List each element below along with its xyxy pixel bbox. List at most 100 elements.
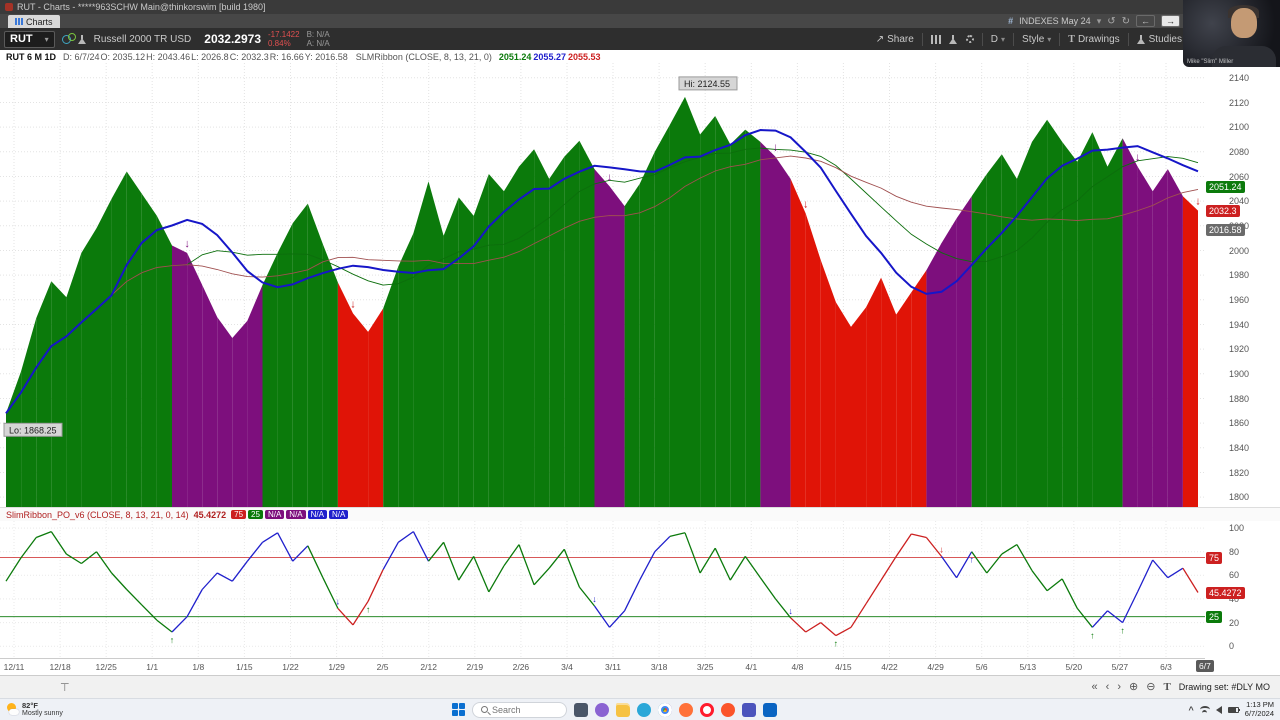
- chevron-down-icon: ▾: [1047, 34, 1052, 44]
- chart-bottom-toolbar: ⊤ « ‹ › ⊕ ⊖ T Drawing set: #DLY MO: [0, 675, 1280, 698]
- taskbar-clock[interactable]: 1:13 PM 6/7/2024: [1245, 700, 1274, 718]
- battery-icon[interactable]: [1227, 706, 1241, 713]
- price-axis-label: 2140: [1229, 72, 1250, 83]
- price-axis-chip: 2032.3: [1206, 204, 1240, 217]
- taskbar-weather[interactable]: 82°F Mostly sunny: [6, 701, 63, 718]
- beaker-icon[interactable]: [77, 34, 87, 44]
- ohlc-field: C: 2032.3: [229, 51, 269, 62]
- svg-text:↓: ↓: [350, 298, 356, 310]
- drawing-set-selector[interactable]: Drawing set: #DLY MO: [1179, 682, 1270, 692]
- task-view-icon[interactable]: [574, 702, 588, 717]
- chart-toolbar: RUT ▾ Russell 2000 TR USD 2032.2973 -17.…: [0, 28, 1280, 50]
- style-button[interactable]: Style ▾: [1022, 34, 1051, 45]
- brave-icon[interactable]: [721, 702, 735, 717]
- tray-chevron-icon[interactable]: ^: [1189, 705, 1194, 715]
- oscillator-axis[interactable]: 100 80 60 40 20 0 75 45.4272 25: [1205, 521, 1280, 658]
- price-change-percent: 0.84%: [268, 39, 291, 48]
- chrome-icon[interactable]: [658, 702, 672, 717]
- chevron-down-icon: ▾: [1096, 15, 1102, 26]
- time-axis-label: 4/29: [927, 662, 944, 672]
- patterns-icon[interactable]: [930, 34, 941, 44]
- time-axis-label: 1/1: [146, 662, 159, 672]
- outlook-icon[interactable]: [763, 702, 777, 717]
- studies-button[interactable]: Studies: [1136, 34, 1182, 45]
- price-axis-label: 1960: [1229, 294, 1250, 305]
- toolbar-right-group: ↗ Share D ▾ Style ▾ T Drawings Studies: [876, 32, 1182, 46]
- undo-icon[interactable]: ↺: [1107, 16, 1115, 27]
- time-axis[interactable]: 12/11 12/18 12/25 1/1 1/8 1/15 1/22 1/29 2/5 2/12…: [0, 658, 1205, 675]
- start-button[interactable]: [452, 703, 465, 716]
- svg-text:↓: ↓: [788, 606, 793, 616]
- symbol-input[interactable]: RUT ▾: [4, 30, 55, 48]
- svg-text:↓: ↓: [184, 238, 190, 250]
- ask-value: A: N/A: [306, 39, 330, 48]
- price-chart[interactable]: ↓ ↓ ↓ ↓ ↓ ↓ ↓ Hi: 2124.55 Lo: 1868.25: [0, 63, 1205, 507]
- restore-panel-icon[interactable]: ⊤: [60, 681, 70, 694]
- drawings-button[interactable]: T Drawings: [1068, 34, 1119, 45]
- svg-text:↓: ↓: [803, 199, 809, 211]
- current-date-chip: 6/7: [1196, 660, 1214, 672]
- search-icon: [481, 706, 488, 713]
- search-input[interactable]: [492, 704, 562, 715]
- file-explorer-icon[interactable]: [616, 702, 630, 717]
- person-face: [1231, 8, 1257, 38]
- ohlc-fields: D: 6/7/24O: 2035.12H: 2043.46L: 2026.8C:…: [63, 52, 349, 62]
- oscillator-axis-label: 60: [1229, 570, 1240, 581]
- share-button[interactable]: ↗ Share: [876, 34, 914, 45]
- teams-icon[interactable]: [742, 702, 756, 717]
- redo-icon[interactable]: ↻: [1122, 16, 1130, 27]
- svg-text:↓: ↓: [773, 142, 779, 154]
- ohlc-field: Y: 2016.58: [304, 51, 348, 62]
- link-icon[interactable]: [61, 32, 76, 44]
- timeframe-button[interactable]: D ▾: [991, 34, 1005, 45]
- price-axis-label: 1900: [1229, 368, 1250, 379]
- webcam-overlay: Mike "Slim" Miller: [1183, 0, 1280, 67]
- ohlc-field: R: 16.66: [269, 51, 304, 62]
- weather-icon: [6, 703, 19, 716]
- lower-study-label[interactable]: SlimRibbon_PO_v6 (CLOSE, 8, 13, 21, 0, 1…: [6, 510, 189, 520]
- style-label: Style: [1022, 33, 1045, 45]
- nav-forward-button[interactable]: →: [1161, 15, 1180, 27]
- svg-text:↑: ↑: [170, 635, 175, 645]
- chevron-down-icon: ▾: [1001, 34, 1006, 44]
- volume-icon[interactable]: [1215, 705, 1222, 714]
- ohlc-field: H: 2043.46: [146, 51, 191, 62]
- firefox-icon[interactable]: [679, 702, 693, 717]
- copilot-icon[interactable]: [595, 702, 609, 717]
- opera-icon[interactable]: [700, 702, 714, 717]
- study-label[interactable]: SLMRibbon (CLOSE, 8, 13, 21, 0): [356, 52, 492, 62]
- svg-text:↑: ↑: [834, 639, 839, 649]
- symbol-description: Russell 2000 TR USD: [93, 33, 192, 45]
- time-axis-label: 5/6: [975, 662, 988, 672]
- share-icon: ↗: [875, 33, 885, 45]
- nav-back-button[interactable]: ←: [1136, 15, 1155, 27]
- taskbar-search[interactable]: [472, 701, 567, 718]
- study-values: 2051.24 2055.27 2055.53: [499, 52, 603, 62]
- price-axis-label: 1980: [1229, 270, 1250, 281]
- analysis-beaker-icon[interactable]: [948, 34, 958, 44]
- time-axis-label: 5/20: [1065, 662, 1083, 672]
- pan-left-icon[interactable]: ‹: [1106, 681, 1110, 693]
- watchlist-selector[interactable]: INDEXES May 24: [1019, 16, 1091, 26]
- window-titlebar[interactable]: RUT - Charts - *****963SCHW Main@thinkor…: [0, 0, 1280, 14]
- price-axis-label: 1840: [1229, 442, 1250, 453]
- zoom-out-icon[interactable]: ⊖: [1146, 681, 1155, 693]
- fast-back-icon[interactable]: «: [1092, 681, 1098, 693]
- gear-icon[interactable]: [965, 35, 974, 43]
- svg-text:↓: ↓: [1135, 152, 1141, 164]
- wifi-icon[interactable]: [1199, 706, 1210, 713]
- tab-charts[interactable]: Charts: [8, 15, 60, 28]
- pan-right-icon[interactable]: ›: [1117, 681, 1121, 693]
- price-axis-label: 1800: [1229, 492, 1250, 503]
- zoom-in-icon[interactable]: ⊕: [1129, 681, 1138, 693]
- lower-study-header: SlimRibbon_PO_v6 (CLOSE, 8, 13, 21, 0, 1…: [0, 507, 1280, 521]
- svg-text:↓: ↓: [939, 544, 944, 554]
- text-tool-icon[interactable]: T: [1163, 681, 1170, 693]
- svg-text:Hi: 2124.55: Hi: 2124.55: [684, 79, 730, 89]
- edge-icon[interactable]: [637, 702, 651, 717]
- price-axis[interactable]: 2140212021002080206020402020200019801960…: [1205, 63, 1280, 507]
- study-param-chip: N/A: [307, 510, 327, 519]
- study-param-chip: 25: [248, 510, 263, 519]
- oscillator-chart[interactable]: ↑ ↓ ↑ ↓ ↓ ↑ ↓ ↑ ↑ ↑: [0, 521, 1205, 658]
- oscillator-axis-label: 20: [1229, 617, 1240, 628]
